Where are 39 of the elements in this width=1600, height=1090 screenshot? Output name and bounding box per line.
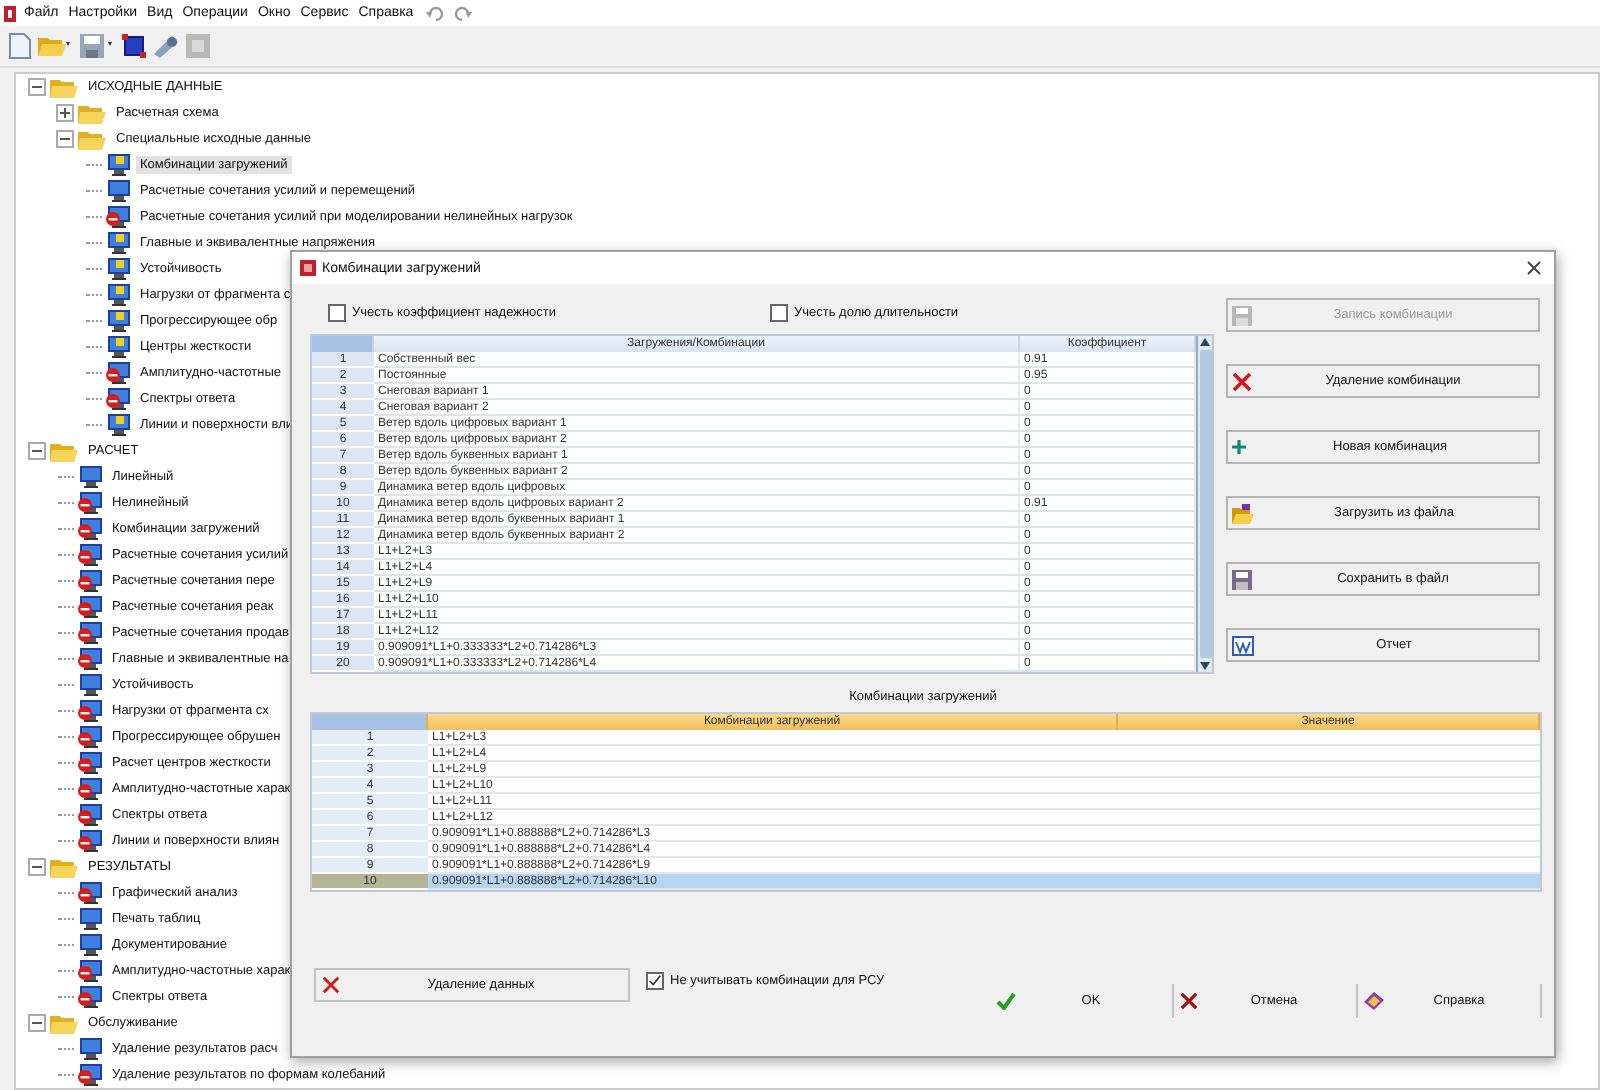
scroll-up-icon[interactable] [1200, 338, 1210, 346]
document-icon [1232, 635, 1254, 655]
folder-icon [78, 103, 106, 123]
folder-icon [50, 1013, 78, 1033]
expand-toggle[interactable] [56, 104, 74, 122]
floppy-icon [1232, 305, 1252, 325]
corner-cell [312, 714, 428, 730]
folder-icon [50, 77, 78, 97]
undo-icon[interactable] [425, 5, 444, 21]
delete-icon [1232, 371, 1252, 391]
scroll-thumb[interactable] [1199, 350, 1211, 658]
save-icon[interactable] [80, 34, 116, 58]
redo-icon[interactable] [453, 5, 472, 21]
expand-toggle[interactable] [28, 858, 46, 876]
plus-icon [1232, 440, 1246, 454]
scroll-down-icon[interactable] [1200, 662, 1210, 670]
expand-toggle[interactable] [56, 130, 74, 148]
new-file-icon[interactable] [8, 32, 32, 60]
scrollbar[interactable] [1196, 336, 1212, 672]
book-icon [1364, 992, 1384, 1010]
folder-icon [78, 129, 106, 149]
cancel-icon [1180, 992, 1198, 1010]
app-icon [300, 260, 316, 276]
checkbox[interactable] [328, 304, 346, 322]
expand-toggle[interactable] [28, 78, 46, 96]
corner-cell [312, 336, 374, 352]
expand-toggle[interactable] [28, 1014, 46, 1032]
tools-icon[interactable] [152, 34, 180, 58]
checkbox[interactable] [646, 972, 664, 990]
folder-icon [50, 857, 78, 877]
checkmark-icon [996, 992, 1016, 1010]
expand-toggle[interactable] [28, 442, 46, 460]
close-icon[interactable] [1526, 260, 1542, 276]
folder-icon [50, 441, 78, 461]
floppy-icon [1232, 569, 1252, 589]
checkbox[interactable] [770, 304, 788, 322]
delete-icon [322, 976, 340, 994]
open-folder-icon [1232, 503, 1254, 523]
frame-select-icon[interactable] [122, 34, 146, 58]
